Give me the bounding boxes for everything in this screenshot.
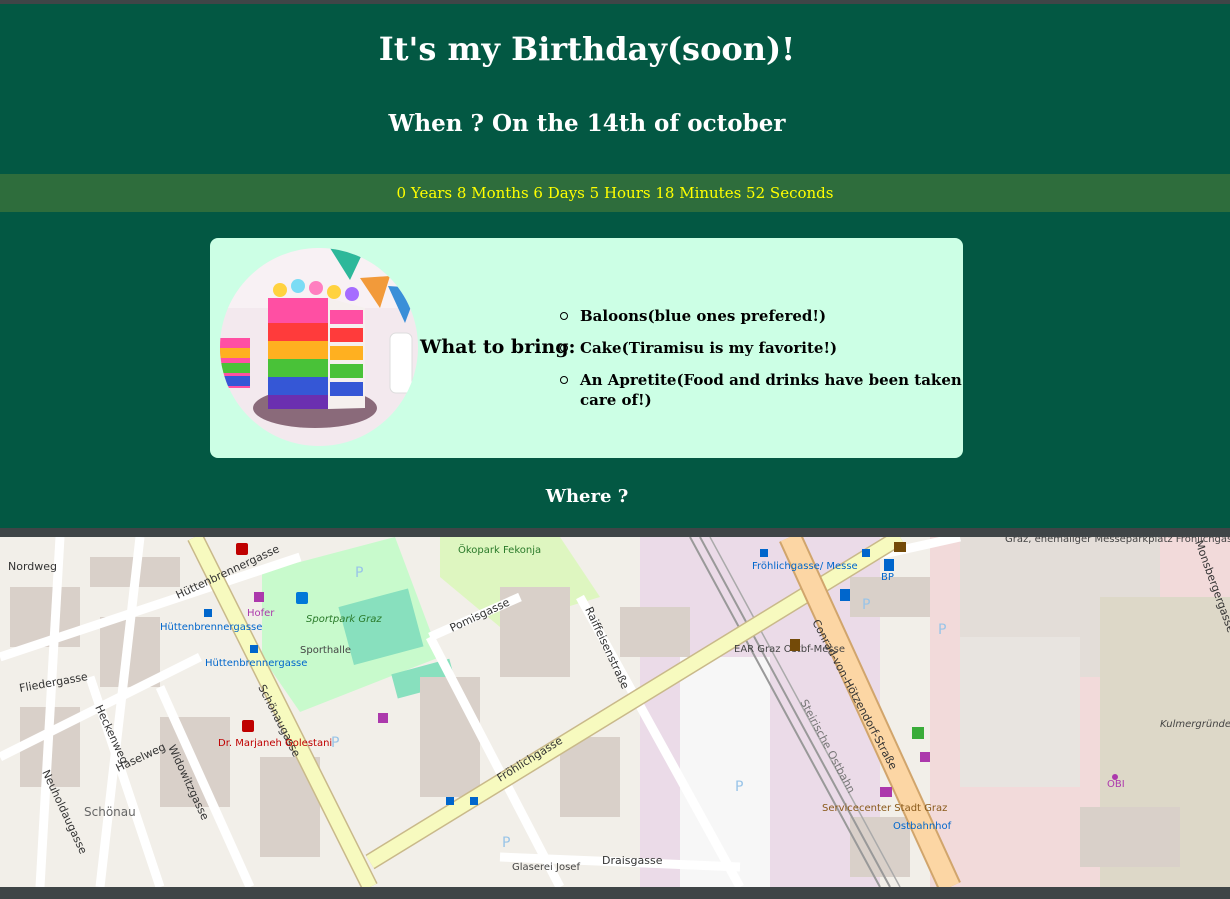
bicycle-icon xyxy=(296,592,308,604)
bus-stop-icon xyxy=(204,609,212,617)
map-place-schoenau: Schönau xyxy=(84,805,136,819)
list-item: An Apretite(Food and drinks have been ta… xyxy=(560,370,963,409)
hospital-icon xyxy=(236,543,248,555)
map-place-stop-huetten1: Hüttenbrennergasse xyxy=(160,622,262,633)
map-place-doctor: Dr. Marjaneh Golestani xyxy=(218,738,332,749)
shopping-cart-icon xyxy=(254,592,264,602)
charging-icon xyxy=(840,589,850,601)
parking-icon: P xyxy=(355,565,363,581)
map-street-draisgasse: Draisgasse xyxy=(602,854,663,867)
parking-icon: P xyxy=(735,779,743,795)
shopping-cart-icon xyxy=(920,752,930,762)
parking-icon: P xyxy=(331,735,339,751)
page-subtitle: When ? On the 14th of october xyxy=(388,110,786,137)
bed-icon xyxy=(880,787,892,797)
map-place-stop-huetten2: Hüttenbrennergasse xyxy=(205,658,307,669)
map-place-ostbahnhof: Ostbahnhof xyxy=(893,821,952,832)
map-street-nordweg: Nordweg xyxy=(8,560,57,573)
parking-icon: P xyxy=(502,835,510,851)
parking-icon: P xyxy=(862,597,870,613)
countdown-bar: 0 Years 8 Months 6 Days 5 Hours 18 Minut… xyxy=(0,174,1230,212)
map-place-glaserei: Glaserei Josef xyxy=(512,862,580,873)
top-border xyxy=(0,0,1230,4)
bring-list: Baloons(blue ones prefered!) Cake(Tirami… xyxy=(560,306,963,409)
hospital-icon xyxy=(242,720,254,732)
countdown-text: 0 Years 8 Months 6 Days 5 Hours 18 Minut… xyxy=(396,184,834,202)
parking-icon: P xyxy=(938,622,946,638)
fitness-icon xyxy=(912,727,924,739)
map-place-bp: BP xyxy=(881,572,894,583)
bus-stop-icon xyxy=(760,549,768,557)
map-place-ear: EAR Graz Ostbf-Messe xyxy=(734,644,845,655)
post-icon xyxy=(790,639,800,651)
cake-image xyxy=(220,248,418,446)
bus-stop-icon xyxy=(250,645,258,653)
bus-stop-icon xyxy=(470,797,478,805)
car-icon xyxy=(894,542,906,552)
list-item: Cake(Tiramisu is my favorite!) xyxy=(560,338,963,370)
where-heading: Where ? xyxy=(545,486,629,507)
map-frame: Nordweg Fliedergasse Hüttenbrennergasse … xyxy=(0,528,1230,899)
shop-dot-icon xyxy=(1112,774,1118,780)
map-place-messeparkplatz: Graz, ehemaliger Messeparkplatz Fröhlich… xyxy=(1005,537,1230,545)
page-title: It's my Birthday(soon)! xyxy=(378,30,796,68)
fuel-icon xyxy=(884,559,894,571)
map-place-kulmergrund: Kulmergründe xyxy=(1160,719,1230,730)
map-place-servicecenter: Servicecenter Stadt Graz xyxy=(822,803,947,814)
map-place-hofer: Hofer xyxy=(247,608,275,619)
bring-card: What to bring: Baloons(blue ones prefere… xyxy=(210,238,963,458)
map-place-oekopark: Ökopark Fekonja xyxy=(458,543,541,556)
list-item: Baloons(blue ones prefered!) xyxy=(560,306,963,338)
map-place-sportpark: Sportpark Graz xyxy=(306,614,382,625)
map-place-obi: OBI xyxy=(1107,779,1125,790)
map-place-sporthalle: Sporthalle xyxy=(300,645,351,656)
bus-stop-icon xyxy=(862,549,870,557)
shopping-cart-icon xyxy=(378,713,388,723)
location-map[interactable]: Nordweg Fliedergasse Hüttenbrennergasse … xyxy=(0,537,1230,887)
map-place-froehlich-messe: Fröhlichgasse/ Messe xyxy=(752,561,858,572)
bus-stop-icon xyxy=(446,797,454,805)
bring-label: What to bring: xyxy=(420,336,576,358)
